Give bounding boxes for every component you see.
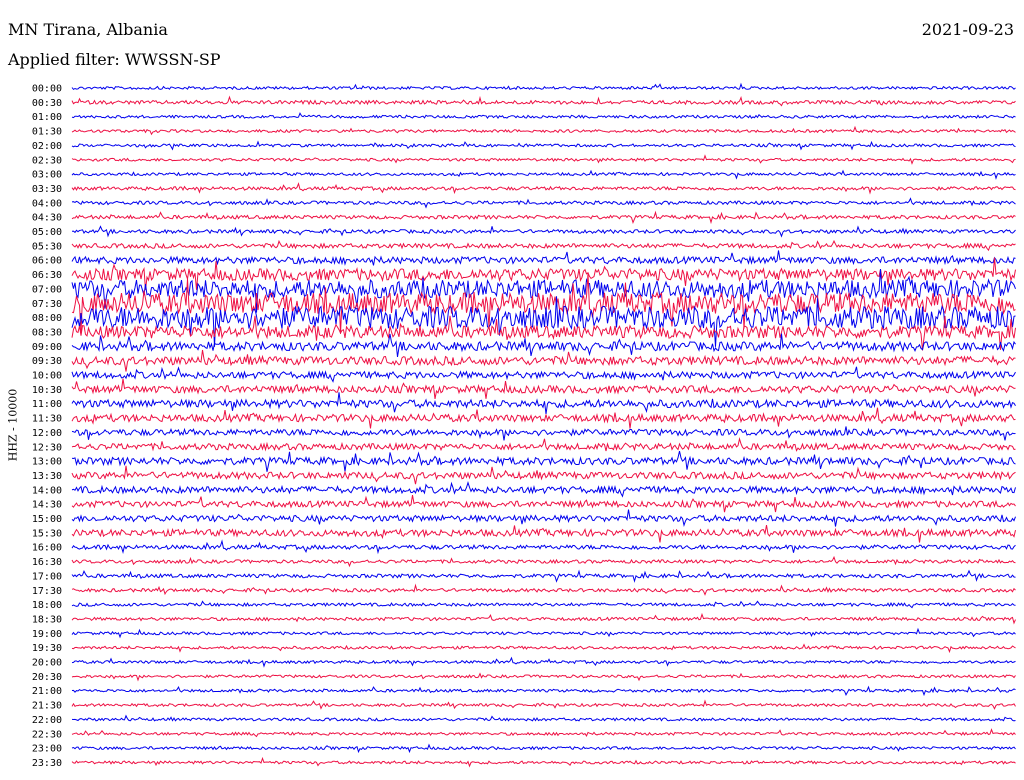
time-label: 02:00 (32, 141, 62, 152)
trace-line (71, 436, 1016, 452)
time-label: 16:00 (32, 543, 62, 554)
time-label: 22:00 (32, 715, 62, 726)
trace-line (71, 239, 1016, 252)
time-label: 19:30 (32, 643, 62, 654)
time-label: 14:00 (32, 485, 62, 496)
trace-line (71, 154, 1016, 165)
time-label: 12:30 (32, 442, 62, 453)
time-label: 18:00 (32, 600, 62, 611)
trace-line (71, 210, 1016, 225)
time-label: 08:00 (32, 313, 62, 324)
time-label: 14:30 (32, 500, 62, 511)
trace-line (71, 569, 1016, 583)
time-label: 03:00 (32, 170, 62, 181)
trace-line (71, 728, 1016, 738)
trace-line (71, 583, 1016, 596)
trace-layer (71, 82, 1016, 768)
trace-line (71, 539, 1016, 555)
time-label: 05:00 (32, 227, 62, 238)
trace-line (71, 225, 1016, 238)
time-label: 19:00 (32, 629, 62, 640)
trace-line (71, 250, 1016, 266)
time-label: 02:30 (32, 155, 62, 166)
trace-line (71, 407, 1016, 429)
time-label: 16:30 (32, 557, 62, 568)
trace-line (71, 656, 1016, 668)
time-label: 08:30 (32, 327, 62, 338)
time-label: 01:30 (32, 127, 62, 138)
time-label: 10:00 (32, 371, 62, 382)
time-label: 20:00 (32, 658, 62, 669)
trace-line (71, 426, 1016, 441)
trace-line (71, 672, 1016, 682)
time-label: 21:00 (32, 686, 62, 697)
time-label: 10:30 (32, 385, 62, 396)
time-label: 05:30 (32, 241, 62, 252)
time-label: 17:00 (32, 571, 62, 582)
trace-line (71, 125, 1016, 136)
time-label: 15:30 (32, 528, 62, 539)
trace-line (71, 333, 1016, 357)
time-label: 13:30 (32, 471, 62, 482)
trace-line (71, 169, 1016, 180)
trace-line (71, 627, 1016, 639)
time-label: 22:30 (32, 729, 62, 740)
trace-line (71, 756, 1016, 768)
time-label: 06:00 (32, 256, 62, 267)
trace-line (71, 714, 1016, 722)
trace-line (71, 481, 1016, 498)
time-label: 18:30 (32, 614, 62, 625)
trace-line (71, 465, 1016, 485)
time-label: 23:00 (32, 744, 62, 755)
trace-line (71, 112, 1016, 120)
trace-line (71, 612, 1016, 625)
time-label: 00:00 (32, 84, 62, 95)
time-label: 13:00 (32, 457, 62, 468)
time-label: 15:00 (32, 514, 62, 525)
trace-line (71, 378, 1016, 399)
time-label: 03:30 (32, 184, 62, 195)
trace-line (71, 555, 1016, 568)
trace-line (71, 509, 1016, 528)
time-label: 20:30 (32, 672, 62, 683)
trace-line (71, 685, 1016, 697)
time-label: 11:30 (32, 414, 62, 425)
time-label: 11:00 (32, 399, 62, 410)
trace-line (71, 643, 1016, 654)
time-label: 21:30 (32, 701, 62, 712)
time-label: 09:00 (32, 342, 62, 353)
trace-line (71, 349, 1016, 372)
trace-line (71, 182, 1016, 195)
trace-line (71, 699, 1016, 710)
trace-line (71, 95, 1016, 107)
time-label: 17:30 (32, 586, 62, 597)
time-label: 04:30 (32, 213, 62, 224)
trace-line (71, 140, 1016, 151)
trace-line (71, 82, 1016, 91)
trace-line (71, 600, 1016, 609)
time-label-layer: 00:00 00:30 01:00 01:30 02:00 02:30 03:00 03:30… (32, 84, 62, 769)
trace-line (71, 392, 1016, 414)
time-label: 23:30 (32, 758, 62, 769)
time-label: 07:00 (32, 284, 62, 295)
time-label: 00:30 (32, 98, 62, 109)
trace-line (71, 743, 1016, 754)
trace-line (71, 450, 1016, 472)
trace-line (71, 495, 1016, 513)
time-label: 09:30 (32, 356, 62, 367)
trace-line (71, 366, 1016, 383)
trace-line (71, 525, 1016, 543)
seismogram-plot: 00:00 00:30 01:00 01:30 02:00 02:30 03:00 03:30… (32, 82, 1016, 769)
time-label: 07:30 (32, 299, 62, 310)
trace-line (71, 197, 1016, 209)
time-label: 01:00 (32, 112, 62, 123)
time-label: 06:30 (32, 270, 62, 281)
time-label: 12:00 (32, 428, 62, 439)
time-label: 04:00 (32, 198, 62, 209)
